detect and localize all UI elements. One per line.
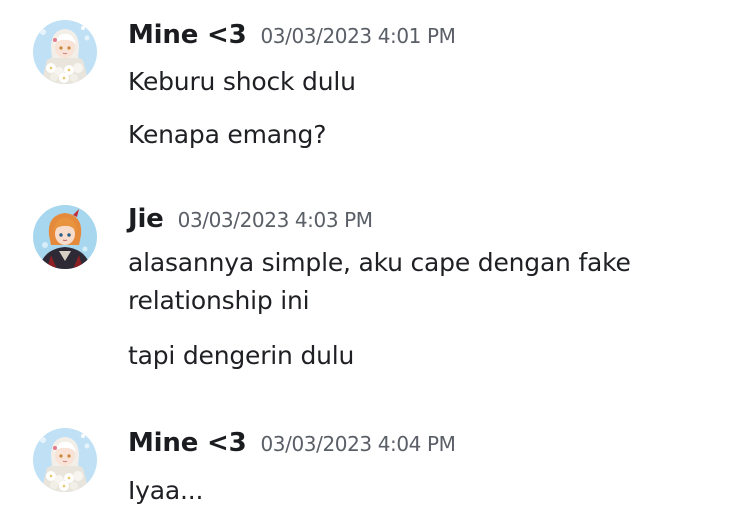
- timestamp: 03/03/2023 4:01 PM: [260, 24, 456, 48]
- message-header: Mine <3 03/03/2023 4:04 PM: [128, 428, 456, 458]
- username[interactable]: Mine <3: [128, 20, 247, 50]
- message-text: Kenapa emang?: [128, 120, 327, 149]
- message-header: Mine <3 03/03/2023 4:01 PM: [128, 20, 456, 50]
- white-haired-character-with-flowers-avatar-icon: [33, 428, 97, 492]
- user-avatar[interactable]: [33, 20, 97, 84]
- username[interactable]: Jie: [128, 204, 164, 234]
- message-header: Jie 03/03/2023 4:03 PM: [128, 204, 373, 234]
- user-avatar[interactable]: [33, 428, 97, 492]
- message-text: tapi dengerin dulu: [128, 341, 355, 370]
- timestamp: 03/03/2023 4:03 PM: [177, 208, 373, 232]
- message-text: alasannya simple, aku cape dengan fake r…: [128, 248, 631, 315]
- message-text: Keburu shock dulu: [128, 67, 356, 96]
- message-text: Iyaa...: [128, 476, 204, 505]
- orange-haired-character-avatar-icon: [33, 205, 97, 269]
- user-avatar[interactable]: [33, 205, 97, 269]
- username[interactable]: Mine <3: [128, 428, 247, 458]
- white-haired-character-with-flowers-avatar-icon: [33, 20, 97, 84]
- timestamp: 03/03/2023 4:04 PM: [260, 432, 456, 456]
